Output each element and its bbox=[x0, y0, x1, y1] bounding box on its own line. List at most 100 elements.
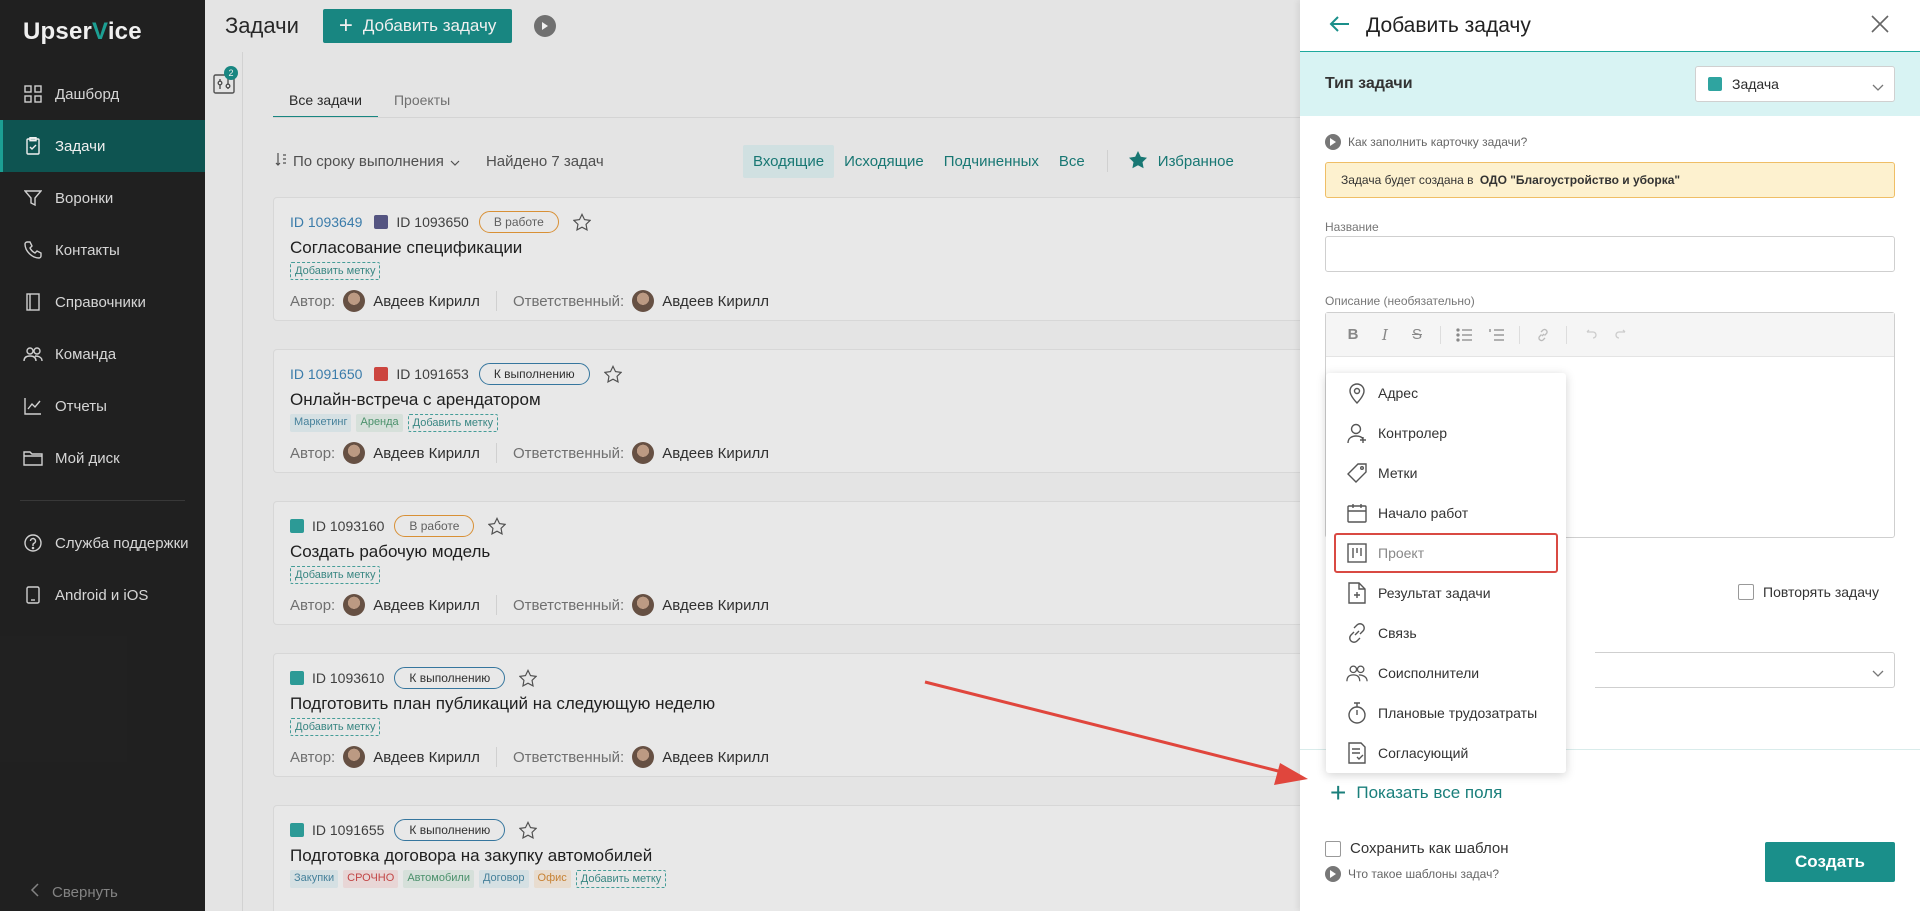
status-badge[interactable]: В работе bbox=[478, 211, 559, 233]
tab-subordinates[interactable]: Подчиненных bbox=[934, 145, 1049, 178]
link-icon[interactable] bbox=[1534, 326, 1552, 344]
tab-incoming[interactable]: Входящие bbox=[743, 144, 835, 178]
add-task-button[interactable]: + Добавить задачу bbox=[322, 9, 513, 43]
tag[interactable]: Автомобили bbox=[403, 870, 474, 888]
star-icon[interactable] bbox=[488, 517, 507, 536]
add-tag-button[interactable]: Добавить метку bbox=[290, 262, 381, 280]
add-tag-button[interactable]: Добавить метку bbox=[407, 414, 499, 432]
sidebar-item-contacts[interactable]: Контакты bbox=[0, 224, 205, 276]
panel-header: Добавить задачу bbox=[1300, 0, 1920, 52]
tag[interactable]: Договор bbox=[478, 870, 529, 888]
tag[interactable]: Маркетинг bbox=[290, 414, 352, 432]
task-title[interactable]: Создать рабочую модель bbox=[290, 542, 490, 562]
bullet-list-icon[interactable] bbox=[1455, 326, 1473, 344]
tab-projects[interactable]: Проекты bbox=[378, 88, 466, 118]
sidebar-item-team[interactable]: Команда bbox=[0, 328, 205, 380]
task-card[interactable]: ID 1093610 К выполнению Подготовить план… bbox=[273, 653, 1305, 777]
howto-link[interactable]: Как заполнить карточку задачи? bbox=[1325, 134, 1527, 150]
sidebar-item-reports[interactable]: Отчеты bbox=[0, 380, 205, 432]
close-icon[interactable] bbox=[1870, 14, 1890, 38]
field-select[interactable] bbox=[1595, 652, 1895, 688]
parent-id-link[interactable]: ID 1091650 bbox=[290, 366, 362, 382]
field-option-approver[interactable]: Согласующий bbox=[1326, 733, 1566, 773]
avatar bbox=[632, 746, 655, 768]
tag[interactable]: Закупки bbox=[290, 870, 339, 888]
author-name: Авдеев Кирилл bbox=[373, 444, 480, 462]
checkbox[interactable] bbox=[1325, 840, 1341, 857]
status-badge[interactable]: К выполнению bbox=[394, 667, 506, 689]
chevron-down-icon bbox=[1872, 665, 1884, 682]
task-card[interactable]: ID 1091655 К выполнению Подготовка догов… bbox=[273, 805, 1305, 911]
author-label: Автор: bbox=[290, 292, 336, 310]
tags-row: Добавить метку bbox=[290, 566, 385, 584]
task-card[interactable]: ID 1093160 В работе Создать рабочую моде… bbox=[273, 501, 1305, 625]
play-video-icon[interactable] bbox=[534, 15, 557, 37]
name-input[interactable] bbox=[1325, 236, 1895, 272]
sort-dropdown[interactable]: По сроку выполнения bbox=[275, 152, 460, 170]
task-card[interactable]: ID 1091650 ID 1091653 К выполнению Онлай… bbox=[273, 349, 1305, 473]
tag[interactable]: Аренда bbox=[356, 414, 403, 432]
collapse-sidebar-button[interactable]: Свернуть bbox=[30, 883, 118, 901]
task-title[interactable]: Согласование спецификации bbox=[290, 238, 522, 258]
sidebar-item-mobile[interactable]: Android и iOS bbox=[0, 569, 205, 621]
sidebar-item-directories[interactable]: Справочники bbox=[0, 276, 205, 328]
status-badge[interactable]: К выполнению bbox=[478, 363, 590, 385]
sidebar-item-support[interactable]: Служба поддержки bbox=[0, 517, 205, 569]
numbered-list-icon[interactable] bbox=[1487, 326, 1505, 344]
checkbox[interactable] bbox=[1738, 584, 1754, 600]
add-tag-button[interactable]: Добавить метку bbox=[575, 870, 667, 888]
logo[interactable]: UpserVice bbox=[23, 18, 142, 46]
field-option-planned-effort[interactable]: Плановые трудозатраты bbox=[1326, 693, 1566, 733]
redo-icon[interactable] bbox=[1613, 326, 1631, 344]
back-arrow-icon[interactable] bbox=[1328, 15, 1350, 37]
option-label: Согласующий bbox=[1378, 745, 1469, 761]
tab-outgoing[interactable]: Исходящие bbox=[834, 145, 934, 178]
sidebar-item-dashboard[interactable]: Дашборд bbox=[0, 68, 205, 120]
strikethrough-icon[interactable]: S bbox=[1408, 326, 1426, 344]
field-option-project[interactable]: Проект bbox=[1334, 533, 1558, 573]
undo-icon[interactable] bbox=[1581, 326, 1599, 344]
task-type-icon bbox=[1708, 77, 1722, 91]
tab-all[interactable]: Все bbox=[1049, 145, 1095, 178]
create-button[interactable]: Создать bbox=[1765, 842, 1895, 882]
parent-id-link[interactable]: ID 1093649 bbox=[290, 214, 362, 230]
sidebar-item-label: Команда bbox=[55, 345, 117, 363]
field-option-task-result[interactable]: Результат задачи bbox=[1326, 573, 1566, 613]
star-icon[interactable] bbox=[518, 821, 538, 840]
tab-all-tasks[interactable]: Все задачи bbox=[273, 88, 378, 118]
status-badge[interactable]: К выполнению bbox=[394, 819, 506, 841]
italic-icon[interactable]: I bbox=[1376, 326, 1394, 344]
add-tag-button[interactable]: Добавить метку bbox=[290, 566, 381, 584]
status-badge[interactable]: В работе bbox=[394, 515, 475, 537]
templates-help-link[interactable]: Что такое шаблоны задач? bbox=[1325, 866, 1499, 882]
fields-dropdown: Адрес Контролер Метки Начало работ Проек… bbox=[1326, 373, 1566, 773]
task-title[interactable]: Подготовка договора на закупку автомобил… bbox=[290, 846, 652, 866]
task-title[interactable]: Онлайн-встреча с арендатором bbox=[290, 390, 541, 410]
show-all-fields-button[interactable]: + Показать все поля bbox=[1330, 779, 1502, 807]
save-as-template-checkbox[interactable]: Сохранить как шаблон bbox=[1325, 840, 1509, 857]
field-option-controller[interactable]: Контролер bbox=[1326, 413, 1566, 453]
tag[interactable]: СРОЧНО bbox=[343, 870, 399, 888]
star-icon[interactable] bbox=[572, 213, 592, 232]
field-option-link[interactable]: Связь bbox=[1326, 613, 1566, 653]
sidebar-item-tasks[interactable]: Задачи bbox=[0, 120, 205, 172]
star-icon[interactable] bbox=[518, 669, 538, 688]
repeat-task-checkbox[interactable]: Повторять задачу bbox=[1738, 584, 1879, 600]
sidebar-item-funnels[interactable]: Воронки bbox=[0, 172, 205, 224]
bold-icon[interactable]: B bbox=[1344, 326, 1362, 344]
field-option-start-date[interactable]: Начало работ bbox=[1326, 493, 1566, 533]
field-option-tags[interactable]: Метки bbox=[1326, 453, 1566, 493]
add-tag-button[interactable]: Добавить метку bbox=[290, 718, 381, 736]
field-option-coexecutors[interactable]: Соисполнители bbox=[1326, 653, 1566, 693]
task-card[interactable]: ID 1093649 ID 1093650 В работе Согласова… bbox=[273, 197, 1305, 321]
star-icon[interactable] bbox=[603, 365, 623, 384]
author-label: Автор: bbox=[290, 444, 336, 462]
sidebar-item-my-disk[interactable]: Мой диск bbox=[0, 432, 205, 484]
field-option-address[interactable]: Адрес bbox=[1326, 373, 1566, 413]
tag[interactable]: Офис bbox=[533, 870, 571, 888]
option-label: Контролер bbox=[1378, 425, 1448, 441]
task-title[interactable]: Подготовить план публикаций на следующую… bbox=[290, 694, 715, 714]
play-icon bbox=[1325, 866, 1341, 882]
task-type-select[interactable]: Задача bbox=[1695, 66, 1895, 102]
favorites-filter[interactable]: Избранное bbox=[1128, 150, 1234, 173]
